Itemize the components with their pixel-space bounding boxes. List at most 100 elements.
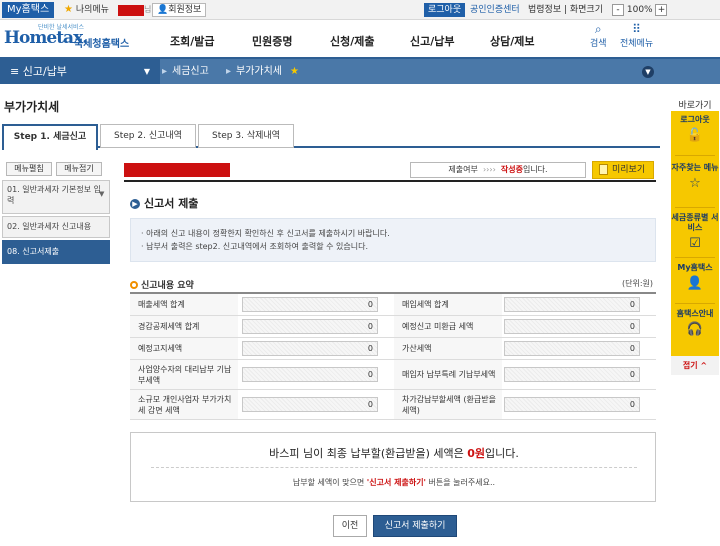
quick-collapse-button[interactable]: 접기 ^	[671, 356, 719, 375]
all-menu-button[interactable]: ⠿ 전체메뉴	[620, 22, 653, 50]
divider	[675, 207, 715, 208]
search-icon: ⌕	[594, 22, 602, 36]
status-value: 작성중	[500, 165, 523, 174]
table-row: 소규모 개인사업자 부가가치세 감면 세액 0 차가감납부할세액 (환급받을세액…	[130, 390, 656, 420]
table-row: 예정고지세액 0 가산세액 0	[130, 338, 656, 360]
status-suffix: 입니다.	[522, 165, 548, 174]
guide-prefix: 납부할 세액이 맞으면	[292, 478, 367, 487]
row-label: 사업양수자의 대리납부 기납부세액	[130, 360, 238, 389]
quick-logout[interactable]: 로그아웃 🔓	[671, 115, 719, 143]
zoom-in-button[interactable]: +	[655, 3, 668, 16]
tab-step2[interactable]: Step 2. 신고내역	[100, 124, 196, 148]
quick-tax-service[interactable]: 세금종류별 서비스 ☑	[671, 213, 719, 251]
table-row: 경감공제세액 합계 0 예정신고 미환급 세액 0	[130, 316, 656, 338]
submit-guide-line: 납부할 세액이 맞으면 '신고서 제출하기' 버튼을 눌러주세요..	[131, 477, 657, 488]
tab-step1[interactable]: Step 1. 세금신고	[2, 124, 98, 150]
gnb-item-inquiry[interactable]: 조회/발급	[170, 33, 215, 49]
summary-table: 매출세액 합계 0 매입세액 합계 0 경감공제세액 합계 0 예정신고 미환급…	[130, 292, 656, 420]
guide-suffix: 버튼을 눌러주세요..	[426, 478, 496, 487]
sidebar-step-report-content[interactable]: 02. 일반과세자 신고내용	[2, 216, 110, 238]
row-value: 0	[242, 319, 378, 334]
menu-collapse-button[interactable]: 메뉴접기	[56, 162, 102, 176]
row-label: 매입세액 합계	[394, 294, 502, 315]
step-label: 01. 일반과세자 기본정보 입력	[7, 185, 101, 205]
submit-status: 제출여부 ›››› 작성중입니다.	[410, 162, 586, 178]
location-nav: ≡ 신고/납부 ▼ ▸ 세금신고 ▸ 부가가치세 ★ ▼	[0, 57, 720, 84]
star-icon: ☆	[689, 176, 701, 191]
quick-menu-title: 바로가기	[678, 101, 712, 111]
row-label: 매입자 납부특례 기납부세액	[394, 360, 502, 389]
util-links[interactable]: 법령정보 | 화면크기	[528, 4, 603, 16]
chevron-down-icon: ▼	[143, 67, 150, 76]
row-value: 0	[242, 397, 378, 412]
member-info-label: 회원정보	[168, 5, 202, 15]
chevron-down-circle-icon[interactable]: ▼	[642, 66, 654, 78]
check-box-icon: ☑	[689, 236, 701, 251]
preview-label: 미리보기	[612, 165, 646, 175]
final-tax-amount: 0원	[467, 447, 486, 460]
divider	[124, 180, 656, 182]
row-value: 0	[504, 319, 640, 334]
zoom-out-button[interactable]: -	[612, 3, 624, 16]
divider	[675, 155, 715, 156]
gnb-item-apply[interactable]: 신청/제출	[330, 33, 375, 49]
user-icon: 👤	[686, 276, 704, 291]
member-info-button[interactable]: 👤회원정보	[152, 3, 207, 17]
hometax-logo[interactable]: 단비한 날세서비스 Hometax. 국세청홈택스	[4, 22, 134, 54]
section-title: ▶ 신고서 제출	[130, 195, 198, 211]
table-row: 사업양수자의 대리납부 기납부세액 0 매입자 납부특례 기납부세액 0	[130, 360, 656, 390]
favorite-star-icon[interactable]: ★	[290, 59, 299, 84]
row-label: 경감공제세액 합계	[130, 316, 238, 337]
arrow-right-icon: ▶	[130, 199, 140, 209]
row-value: 0	[242, 297, 378, 312]
cert-center-link[interactable]: 공인인증센터	[470, 4, 520, 16]
submit-report-button[interactable]: 신고서 제출하기	[373, 515, 457, 537]
gnb-item-consult[interactable]: 상담/제보	[490, 33, 535, 49]
breadcrumb-vat[interactable]: 부가가치세	[236, 59, 282, 84]
search-button[interactable]: ⌕ 검색	[590, 22, 607, 50]
table-row: 매출세액 합계 0 매입세액 합계 0	[130, 294, 656, 316]
quick-menu: 로그아웃 🔓 자주찾는 메뉴 ☆ 세금종류별 서비스 ☑ My홈택스 👤 홈택스…	[671, 111, 719, 375]
divider	[151, 467, 637, 468]
status-arrows: ››››	[482, 165, 496, 174]
sidebar-step-submit[interactable]: 08. 신고서제출	[2, 240, 110, 264]
quick-favorites[interactable]: 자주찾는 메뉴 ☆	[671, 163, 719, 191]
crumb-separator-icon: ▸	[226, 66, 232, 77]
headset-icon: 🎧	[686, 322, 704, 337]
my-hometax-button[interactable]: My홈택스	[2, 2, 55, 18]
nav-current-label: 신고/납부	[22, 65, 67, 78]
summary-title: 신고내용 요약	[130, 278, 194, 291]
prev-button[interactable]: 이전	[333, 515, 367, 537]
row-value: 0	[504, 367, 640, 382]
quick-my-hometax[interactable]: My홈택스 👤	[671, 263, 719, 291]
nav-current-menu[interactable]: ≡ 신고/납부 ▼	[0, 59, 160, 84]
row-label: 차가감납부할세액 (환급받을세액)	[394, 390, 502, 419]
quick-hometax-guide[interactable]: 홈택스안내 🎧	[671, 309, 719, 337]
preview-button[interactable]: 미리보기	[592, 161, 654, 179]
tab-step3[interactable]: Step 3. 삭제내역	[198, 124, 294, 148]
search-label: 검색	[590, 39, 607, 49]
grid-icon: ⠿	[632, 22, 641, 36]
info-line: · 납부서 출력은 step2. 신고내역에서 조회하여 출력할 수 있습니다.	[141, 242, 369, 251]
info-box: · 아래의 신고 내용이 정확한지 확인하신 후 신고서를 제출하시기 바랍니다…	[130, 218, 656, 262]
sidebar-step-basic-info[interactable]: 01. 일반과세자 기본정보 입력 ▼	[2, 180, 110, 214]
row-value: 0	[504, 341, 640, 356]
taxpayer-name-redacted	[124, 163, 230, 177]
quick-label: My홈택스	[677, 263, 713, 272]
quick-label: 자주찾는 메뉴	[671, 163, 719, 172]
zoom-control: - 100% +	[612, 3, 668, 17]
gnb-item-certificate[interactable]: 민원증명	[252, 33, 292, 49]
gnb-item-report-pay[interactable]: 신고/납부	[410, 33, 455, 49]
hamburger-icon: ≡	[10, 65, 20, 78]
logout-button[interactable]: 로그아웃	[424, 3, 466, 17]
status-label: 제출여부	[448, 165, 478, 174]
my-menu-link[interactable]: ★ 나의메뉴	[64, 3, 109, 17]
final-tax-prefix: 바스피 님이 최종 납부할(환급받을) 세액은	[269, 447, 468, 460]
step-tabs: Step 1. 세금신고 Step 2. 신고내역 Step 3. 삭제내역	[2, 124, 660, 150]
menu-expand-button[interactable]: 메뉴펼침	[6, 162, 52, 176]
top-utility-bar: My홈택스 ★ 나의메뉴 님 👤회원정보 로그아웃 공인인증센터 법령정보 | …	[0, 0, 720, 20]
breadcrumb-tax-report[interactable]: 세금신고	[172, 59, 209, 84]
divider	[675, 303, 715, 304]
page-title: 부가가치세	[4, 100, 60, 114]
chevron-down-icon: ▼	[99, 190, 105, 198]
